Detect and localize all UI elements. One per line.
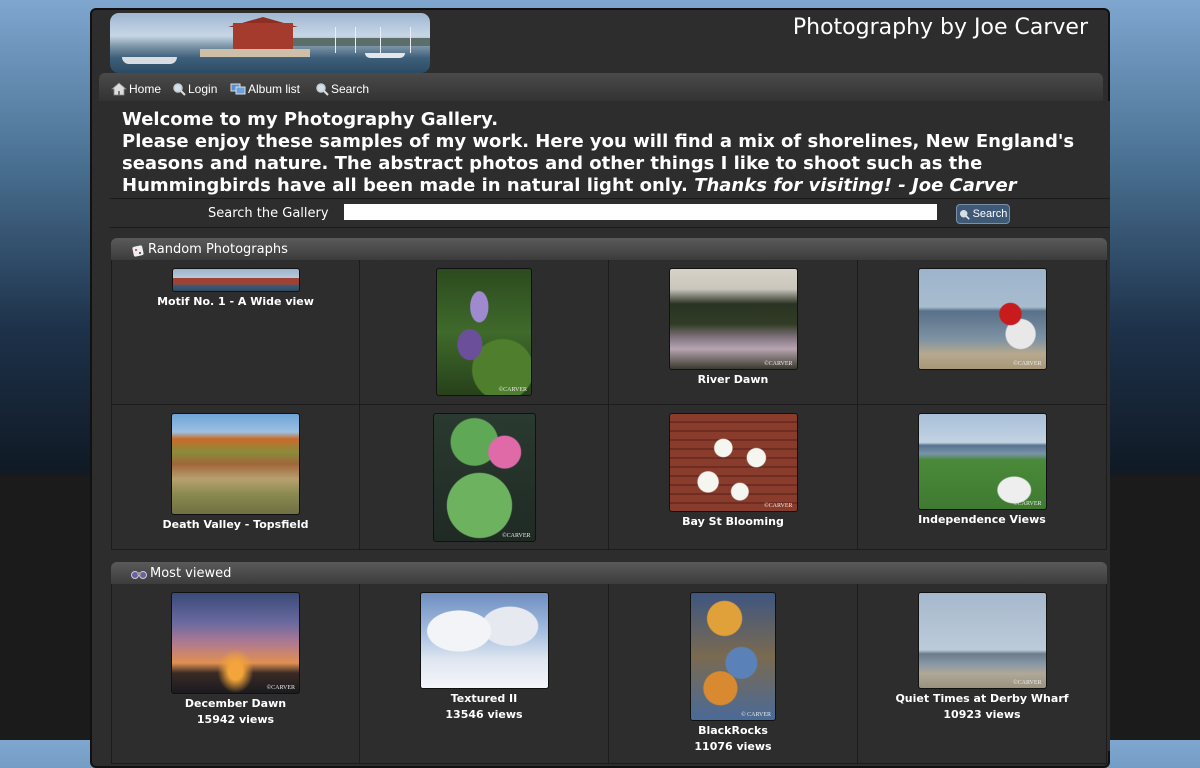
- photo-caption[interactable]: Motif No. 1 - A Wide view: [112, 295, 359, 308]
- most-viewed-grid: ©CARVER December Dawn 15942 views Textur…: [111, 584, 1107, 764]
- photo-thumbnail[interactable]: ©CARVER: [668, 413, 798, 512]
- main-content: Welcome to my Photography Gallery. Pleas…: [110, 101, 1110, 764]
- banner-red-shack: [233, 23, 293, 51]
- nav-home[interactable]: Home: [111, 82, 161, 96]
- photo-thumbnail[interactable]: [171, 413, 300, 515]
- welcome-text: Please enjoy these samples of my work. H…: [122, 131, 1082, 197]
- photo-cell: © CARVER BlackRocks 11076 views: [609, 584, 858, 764]
- photo-thumbnail[interactable]: [419, 592, 549, 689]
- search-input[interactable]: [344, 204, 937, 220]
- photo-cell: ©CARVER: [360, 405, 609, 550]
- main-nav: Home Login Album list Search: [99, 73, 1103, 101]
- photo-cell: ©CARVER: [360, 260, 609, 405]
- photo-thumbnail[interactable]: ©CARVER: [668, 268, 798, 370]
- dice-icon: [132, 244, 144, 257]
- photo-cell: ©CARVER Bay St Blooming: [609, 405, 858, 550]
- banner-mast: [410, 27, 411, 53]
- photo-thumbnail[interactable]: ©CARVER: [171, 592, 300, 694]
- photo-caption[interactable]: December Dawn: [112, 697, 359, 710]
- site-title: Photography by Joe Carver: [792, 15, 1088, 40]
- random-photos-grid: Motif No. 1 - A Wide view ©CARVER ©CARVE…: [111, 260, 1107, 550]
- banner-boat: [365, 53, 405, 58]
- photo-cell: Textured II 13546 views: [360, 584, 609, 764]
- photo-caption[interactable]: Death Valley - Topsfield: [112, 518, 359, 531]
- most-viewed-header: Most viewed: [111, 562, 1107, 584]
- photo-cell: ©CARVER River Dawn: [609, 260, 858, 405]
- nav-album-list-label: Album list: [248, 82, 301, 96]
- photo-watermark: ©CARVER: [498, 387, 527, 393]
- nav-login[interactable]: Login: [172, 82, 217, 96]
- photo-thumbnail[interactable]: ©CARVER: [432, 413, 536, 542]
- nav-search[interactable]: Search: [315, 82, 369, 96]
- photo-cell: ©CARVER December Dawn 15942 views: [111, 584, 360, 764]
- nav-home-label: Home: [129, 82, 162, 96]
- photo-cell: ©CARVER: [858, 260, 1107, 405]
- banner-mast: [355, 27, 356, 53]
- banner-hills: [290, 38, 430, 46]
- banner-boat: [122, 57, 177, 64]
- nav-login-label: Login: [188, 82, 218, 96]
- album-list-icon: [230, 83, 246, 95]
- welcome-message: Welcome to my Photography Gallery. Pleas…: [122, 109, 1082, 197]
- welcome-title: Welcome to my Photography Gallery.: [122, 109, 499, 130]
- search-button[interactable]: Search: [956, 204, 1010, 224]
- search-label: Search the Gallery: [208, 206, 329, 221]
- photo-view-count: 13546 views: [445, 708, 523, 721]
- nav-album-list[interactable]: Album list: [230, 82, 300, 96]
- nav-search-label: Search: [331, 82, 370, 96]
- photo-caption[interactable]: Bay St Blooming: [609, 515, 857, 528]
- photo-cell: Motif No. 1 - A Wide view: [111, 260, 360, 405]
- photo-cell: ©CARVER Quiet Times at Derby Wharf 10923…: [858, 584, 1107, 764]
- photo-thumbnail[interactable]: ©CARVER: [917, 413, 1047, 510]
- photo-caption[interactable]: River Dawn: [609, 373, 857, 386]
- photo-watermark: ©CARVER: [764, 503, 793, 509]
- magnifier-key-icon: [173, 83, 186, 96]
- photo-watermark: ©CARVER: [764, 361, 793, 367]
- search-icon: [316, 83, 329, 96]
- most-viewed-title: Most viewed: [150, 566, 232, 581]
- photo-caption[interactable]: BlackRocks: [609, 724, 857, 737]
- photo-thumbnail[interactable]: ©CARVER: [917, 592, 1047, 689]
- photo-view-count: 10923 views: [943, 708, 1021, 721]
- photo-cell: Death Valley - Topsfield: [111, 405, 360, 550]
- photo-watermark: ©CARVER: [266, 685, 295, 691]
- home-icon: [111, 82, 127, 96]
- gallery-search-bar: Search the Gallery Search: [110, 198, 1110, 228]
- search-button-label: Search: [972, 208, 1008, 220]
- welcome-thanks: Thanks for visiting! - Joe Carver: [694, 175, 1017, 196]
- photo-thumbnail[interactable]: © CARVER: [690, 592, 776, 721]
- random-photos-title: Random Photographs: [148, 242, 288, 257]
- photo-thumbnail[interactable]: ©CARVER: [436, 268, 532, 396]
- random-photos-header: Random Photographs: [111, 238, 1107, 260]
- photo-watermark: ©CARVER: [502, 533, 531, 539]
- photo-cell: ©CARVER Independence Views: [858, 405, 1107, 550]
- photo-watermark: ©CARVER: [1013, 501, 1042, 507]
- photo-view-count: 15942 views: [196, 713, 275, 726]
- photo-thumbnail[interactable]: ©CARVER: [917, 268, 1047, 370]
- page-container: Photography by Joe Carver Home Login Alb…: [90, 8, 1110, 768]
- photo-thumbnail[interactable]: [171, 268, 300, 292]
- header-banner-image[interactable]: [110, 13, 430, 73]
- photo-caption[interactable]: Textured II: [360, 692, 608, 705]
- search-icon: [959, 209, 970, 220]
- photo-view-count: 11076 views: [694, 740, 772, 753]
- photo-caption[interactable]: Independence Views: [858, 513, 1106, 526]
- photo-watermark: ©CARVER: [1013, 361, 1042, 367]
- binoculars-icon: [131, 570, 147, 579]
- photo-watermark: © CARVER: [741, 712, 771, 718]
- photo-caption[interactable]: Quiet Times at Derby Wharf: [858, 692, 1106, 705]
- banner-mast: [380, 27, 381, 53]
- photo-watermark: ©CARVER: [1013, 680, 1042, 686]
- banner-dock: [200, 49, 310, 57]
- banner-mast: [335, 27, 336, 53]
